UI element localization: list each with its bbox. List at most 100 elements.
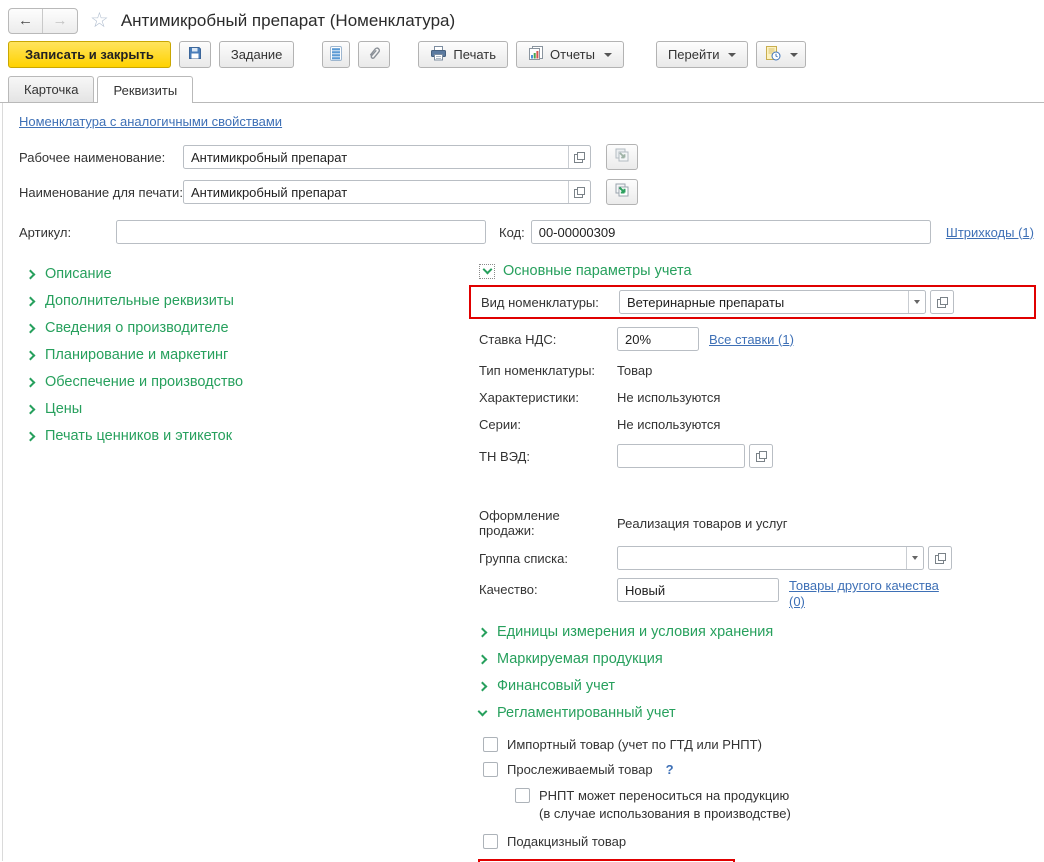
tnved-input[interactable] [617,444,745,468]
section-prices[interactable]: Цены [25,395,479,422]
chevron-right-icon [25,350,36,360]
kind-open-button[interactable] [930,290,954,314]
chevron-right-icon [25,296,36,306]
similar-nomenclature-link[interactable]: Номенклатура с аналогичными свойствами [19,114,282,129]
dropdown-icon[interactable] [906,547,923,569]
rnpt-checkbox-row: РНПТ может переноситься на продукцию (в … [515,787,1036,825]
chevron-right-icon [25,323,36,333]
navigate-button[interactable]: Перейти [655,41,749,68]
list-group-label: Группа списка: [479,550,568,566]
traceable-checkbox[interactable] [483,761,498,777]
open-value-icon[interactable] [568,146,590,168]
characteristics-value: Не используются [617,390,721,405]
chevron-down-icon [728,52,737,57]
traceable-checkbox-row: Прослеживаемый товар ? [483,761,1036,777]
excise-label: Подакцизный товар [507,834,627,850]
section-price-tags[interactable]: Печать ценников и этикеток [25,422,479,449]
tab-card[interactable]: Карточка [8,76,95,102]
print-button[interactable]: Печать [418,41,509,68]
history-document-button[interactable] [756,41,807,68]
toolbar: Записать и закрыть Задание Печать Отчеты… [0,38,1044,75]
section-main-parameters[interactable]: Основные параметры учета [479,260,1036,282]
type-value: Товар [617,363,653,378]
working-name-label: Рабочее наименование: [19,149,166,165]
import-goods-checkbox[interactable] [483,736,498,752]
nav-history-group: ← → [8,7,78,34]
excise-checkbox[interactable] [483,834,498,850]
type-label: Тип номенклатуры: [479,363,596,378]
sale-registration-value: Реализация товаров и услуг [617,515,788,531]
barcodes-link[interactable]: Штрихкоды (1) [946,225,1034,240]
kind-combobox[interactable]: Ветеринарные препараты [619,290,926,314]
kind-label: Вид номенклатуры: [481,294,599,310]
chevron-right-icon [25,269,36,279]
working-name-input[interactable]: Антимикробный препарат [183,145,591,169]
all-vat-rates-link[interactable]: Все ставки (1) [709,332,794,347]
window-header: ← → ☆ Антимикробный препарат (Номенклату… [0,0,1044,38]
import-goods-checkbox-row: Импортный товар (учет по ГТД или РНПТ) [483,736,1036,752]
help-question-icon[interactable]: ? [666,762,674,777]
floppy-save-icon [187,45,203,64]
quality-input[interactable]: Новый [617,578,779,602]
other-quality-link[interactable]: Товары другого качества (0) [789,578,949,611]
forward-button[interactable]: → [43,9,77,33]
copy-name-button[interactable] [606,179,638,205]
section-description[interactable]: Описание [25,260,479,287]
section-additional-attrs[interactable]: Дополнительные реквизиты [25,287,479,314]
tnved-open-button[interactable] [749,444,773,468]
article-label: Артикул: [19,224,72,240]
series-value: Не используются [617,417,721,432]
favorite-star-icon[interactable]: ☆ [90,10,109,31]
list-group-open-button[interactable] [928,546,952,570]
left-sections: Описание Дополнительные реквизиты Сведен… [19,260,479,862]
vat-input[interactable]: 20% [617,327,699,351]
open-value-icon [934,552,946,564]
form-content: Номенклатура с аналогичными свойствами Р… [2,103,1044,862]
rnpt-checkbox[interactable] [515,787,530,803]
save-and-close-button[interactable]: Записать и закрыть [8,41,171,68]
chevron-down-icon [482,264,492,275]
structure-list-button[interactable] [322,41,351,68]
chevron-right-icon [477,654,488,665]
article-input[interactable] [116,220,486,244]
chevron-down-icon [477,706,488,717]
print-name-input[interactable]: Антимикробный препарат [183,180,591,204]
list-group-combobox[interactable] [617,546,924,570]
code-input[interactable]: 00-00000309 [530,220,931,244]
traceable-label: Прослеживаемый товар [507,761,653,777]
report-chart-icon [528,45,544,64]
kind-row-highlight: Вид номенклатуры: Ветеринарные препараты [469,285,1036,319]
sale-registration-label: Оформление продажи: [479,508,560,538]
save-button[interactable] [178,41,211,68]
chevron-down-icon [790,52,799,57]
task-button[interactable]: Задание [218,41,295,68]
characteristics-label: Характеристики: [479,390,580,405]
chevron-down-icon [603,52,612,57]
copy-arrow-green-icon [614,182,630,203]
section-manufacturer[interactable]: Сведения о производителе [25,314,479,341]
tnved-label: ТН ВЭД: [479,448,530,464]
back-button[interactable]: ← [9,8,43,33]
dropdown-icon[interactable] [908,291,925,313]
section-regulated-accounting[interactable]: Регламентированный учет [477,700,1036,727]
tab-details[interactable]: Реквизиты [97,76,194,103]
section-planning-marketing[interactable]: Планирование и маркетинг [25,341,479,368]
back-arrow-icon: ← [18,12,33,29]
main-parameters-column: Основные параметры учета Вид номенклатур… [469,260,1036,862]
printer-icon [430,45,447,64]
import-goods-label: Импортный товар (учет по ГТД или РНПТ) [507,736,762,752]
chevron-right-icon [25,377,36,387]
code-label: Код: [499,224,525,240]
tab-bar: Карточка Реквизиты [0,75,1044,103]
section-units-storage[interactable]: Единицы измерения и условия хранения [477,619,1036,646]
vat-label: Ставка НДС: [479,331,557,347]
chevron-right-icon [477,681,488,692]
reports-button[interactable]: Отчеты [516,41,624,68]
attachments-button[interactable] [358,41,391,68]
open-value-icon[interactable] [568,181,590,203]
chevron-right-icon [477,627,488,638]
document-clock-icon [764,45,781,64]
section-marked-products[interactable]: Маркируемая продукция [477,646,1036,673]
section-supply-production[interactable]: Обеспечение и производство [25,368,479,395]
section-financial-accounting[interactable]: Финансовый учет [477,673,1036,700]
